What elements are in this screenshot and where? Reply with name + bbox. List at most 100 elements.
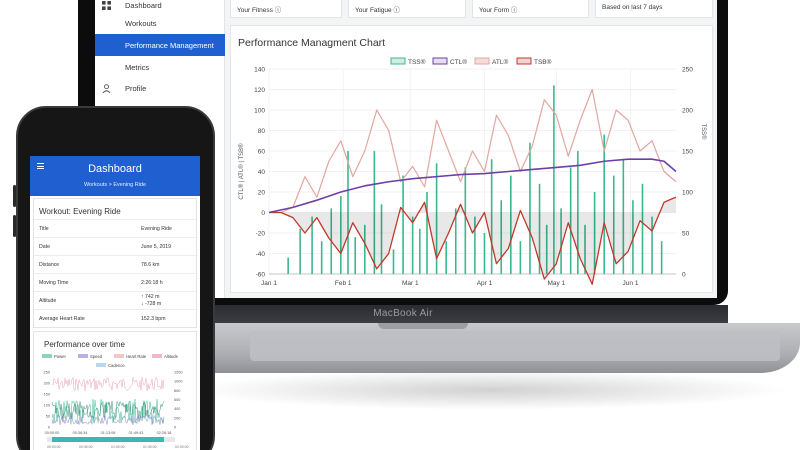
- y-right-tick-label: 100: [682, 190, 693, 197]
- y-left-tick-label: 0: [261, 210, 265, 217]
- performance-management-chart: TSS® CTL® ATL® TSB®140120100806040200-20-40…: [238, 57, 707, 287]
- heart-rate-trace: [51, 376, 165, 391]
- y-left-tick-label: 40: [258, 169, 266, 176]
- phone-time-tick: 02:26:18: [157, 431, 172, 435]
- sidebar-item-label: Performance Management: [125, 40, 214, 50]
- phone-header: Dashboard Workouts > Evening Ride: [30, 156, 200, 196]
- slider-tick: 01:30:00: [143, 445, 157, 449]
- dashboard-icon: [102, 0, 111, 10]
- sidebar-item-workouts[interactable]: Workouts: [95, 12, 225, 34]
- phone-time-tick: 00:36:34: [73, 431, 88, 435]
- tss-bar: [519, 241, 522, 274]
- sidebar-item-profile[interactable]: Profile: [95, 77, 225, 99]
- phone-legend-swatch: [78, 354, 88, 358]
- tss-bar: [603, 134, 605, 274]
- detail-label: Title: [39, 226, 49, 232]
- x-tick-label: May 1: [547, 280, 565, 287]
- legend-swatch: [474, 57, 490, 65]
- slider-tick: 00:00:00: [47, 445, 61, 449]
- phone-volume-button: [13, 215, 16, 237]
- tss-bar: [354, 237, 356, 274]
- workout-title: Workout: Evening Ride: [39, 207, 121, 216]
- phone-legend-label: Power: [54, 354, 66, 359]
- tss-bar: [411, 216, 414, 274]
- y-left-tick-label: 140: [254, 67, 265, 74]
- phone-legend-swatch: [96, 363, 106, 367]
- y-left-tick-label: 120: [254, 87, 265, 94]
- performance-over-time-card: Performance over time Power Speed Heart Ra…: [33, 331, 197, 450]
- y-left-tick-label: 80: [258, 128, 266, 135]
- tss-bar: [483, 233, 486, 274]
- phone-legend-swatch: [42, 354, 52, 358]
- y-right-tick-label: 0: [682, 272, 686, 279]
- period-card-label: Based on last 7 days: [602, 4, 663, 11]
- breadcrumb[interactable]: Workouts > Evening Ride: [30, 182, 200, 188]
- phone-right-tick: 200: [174, 416, 180, 420]
- tss-bar: [299, 228, 301, 274]
- sidebar-item-label: Workouts: [125, 18, 157, 28]
- laptop-hinge-notch: [378, 323, 468, 329]
- y-right-tick-label: 200: [682, 108, 693, 115]
- detail-label: Moving Time: [39, 280, 69, 286]
- phone-page-title: Dashboard: [88, 163, 142, 175]
- tss-bar: [464, 167, 467, 274]
- phone-left-tick: 100: [44, 404, 50, 408]
- tss-bar: [641, 183, 644, 274]
- period-card: Based on last 7 days: [595, 0, 713, 18]
- tss-bar: [529, 142, 531, 274]
- phone-right-tick: 0: [174, 426, 176, 430]
- y-left-tick-label: 20: [258, 190, 266, 197]
- fitness-card: Your Fitness ⓘ: [230, 0, 342, 18]
- tss-bar: [445, 241, 447, 274]
- phone-left-tick: 150: [44, 393, 50, 397]
- y-right-axis-title: TSS®: [700, 123, 707, 140]
- phone-right-tick: 1200: [174, 371, 182, 375]
- sidebar-item-label: Dashboard: [125, 0, 162, 10]
- legend-label: CTL®: [450, 58, 467, 66]
- tss-bar: [419, 228, 421, 274]
- legend-swatch: [390, 57, 406, 65]
- detail-row: Average Heart Rate 152.3 bpm: [34, 309, 196, 327]
- phone-right-tick: 1000: [174, 380, 182, 384]
- phone-right-tick: 800: [174, 389, 180, 393]
- x-tick-label: Jan 1: [261, 280, 277, 287]
- phone-legend-label: Altitude: [164, 354, 179, 359]
- detail-value: Evening Ride: [141, 226, 172, 232]
- y-right-tick-label: 150: [682, 149, 693, 156]
- laptop-keyboard-deck: [250, 331, 780, 361]
- y-left-tick-label: 60: [258, 149, 266, 156]
- detail-value: June 5, 2019: [141, 244, 171, 250]
- detail-row: Altitude ↑ 742 m ↓ -728 m: [34, 291, 196, 309]
- form-card-label: Your Form ⓘ: [479, 7, 518, 14]
- tss-bar: [660, 241, 663, 274]
- sidebar-item-metrics[interactable]: Metrics: [95, 56, 225, 78]
- tss-bar: [287, 257, 289, 274]
- detail-label: Average Heart Rate: [39, 316, 85, 322]
- slider-tick: 01:00:00: [111, 445, 125, 449]
- person-icon: [102, 83, 111, 93]
- y-right-tick-label: 50: [682, 231, 690, 238]
- legend-swatch: [516, 57, 532, 65]
- detail-value: 78.6 km: [141, 262, 160, 268]
- phone-left-tick: 250: [44, 371, 50, 375]
- form-card: Your Form ⓘ: [472, 0, 589, 18]
- y-left-tick-label: 100: [254, 108, 265, 115]
- y-left-tick-label: -20: [256, 231, 266, 238]
- phone-time-tick: 01:13:08: [101, 431, 116, 435]
- altitude-down: ↓ -728 m: [141, 301, 162, 307]
- tss-bar: [426, 192, 428, 274]
- sidebar-item-performance-management[interactable]: Performance Management: [95, 34, 225, 56]
- detail-label: Altitude: [39, 298, 57, 304]
- sidebar-item-label: Profile: [125, 83, 147, 93]
- phone-time-tick: 00:00:00: [45, 431, 60, 435]
- tss-bar: [402, 175, 404, 274]
- x-tick-label: Apr 1: [477, 280, 493, 287]
- performance-over-time-chart: Power Speed Heart Rate Altitude Cadence 250 20…: [42, 354, 189, 449]
- range-slider-selection: [52, 437, 164, 442]
- fatigue-card: Your Fatigue ⓘ: [348, 0, 466, 18]
- y-right-tick-label: 250: [682, 67, 693, 74]
- altitude-up: ↑ 742 m: [141, 294, 160, 300]
- detail-row: Title Evening Ride: [34, 219, 196, 237]
- phone-right-tick: 400: [174, 407, 180, 411]
- ctl-line: [268, 158, 677, 214]
